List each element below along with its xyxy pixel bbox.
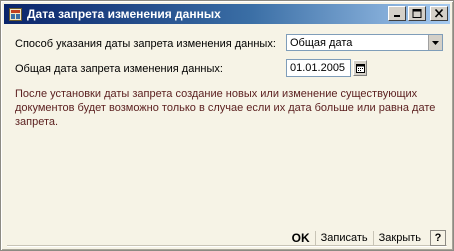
save-button[interactable]: Записать <box>316 229 373 247</box>
method-label: Способ указания даты запрета изменения д… <box>15 38 276 50</box>
close-button[interactable]: Закрыть <box>374 229 426 247</box>
date-input[interactable]: 01.01.2005 <box>286 59 351 77</box>
close-icon <box>434 9 444 18</box>
info-text: После установки даты запрета создание но… <box>15 88 436 128</box>
title-bar[interactable]: Дата запрета изменения данных <box>4 4 450 24</box>
date-label: Общая дата запрета изменения данных: <box>15 63 223 75</box>
method-select-value: Общая дата <box>290 36 353 49</box>
calendar-button[interactable] <box>353 60 367 76</box>
close-window-button[interactable] <box>430 6 448 21</box>
dialog-window: Дата запрета изменения данных Способ ука… <box>0 0 454 251</box>
minimize-button[interactable] <box>388 6 406 21</box>
chevron-down-icon <box>432 40 439 45</box>
window-title: Дата запрета изменения данных <box>27 7 221 21</box>
minimize-icon <box>394 15 400 17</box>
help-button[interactable]: ? <box>430 230 446 246</box>
maximize-button[interactable] <box>408 6 426 21</box>
app-icon <box>8 7 22 21</box>
dropdown-button[interactable] <box>428 35 442 50</box>
method-select[interactable]: Общая дата <box>286 34 443 51</box>
maximize-icon <box>412 9 422 18</box>
date-input-value: 01.01.2005 <box>290 62 346 74</box>
calendar-icon <box>355 64 365 73</box>
footer-buttons: OK Записать Закрыть ? <box>287 228 446 248</box>
ok-button[interactable]: OK <box>287 229 315 247</box>
